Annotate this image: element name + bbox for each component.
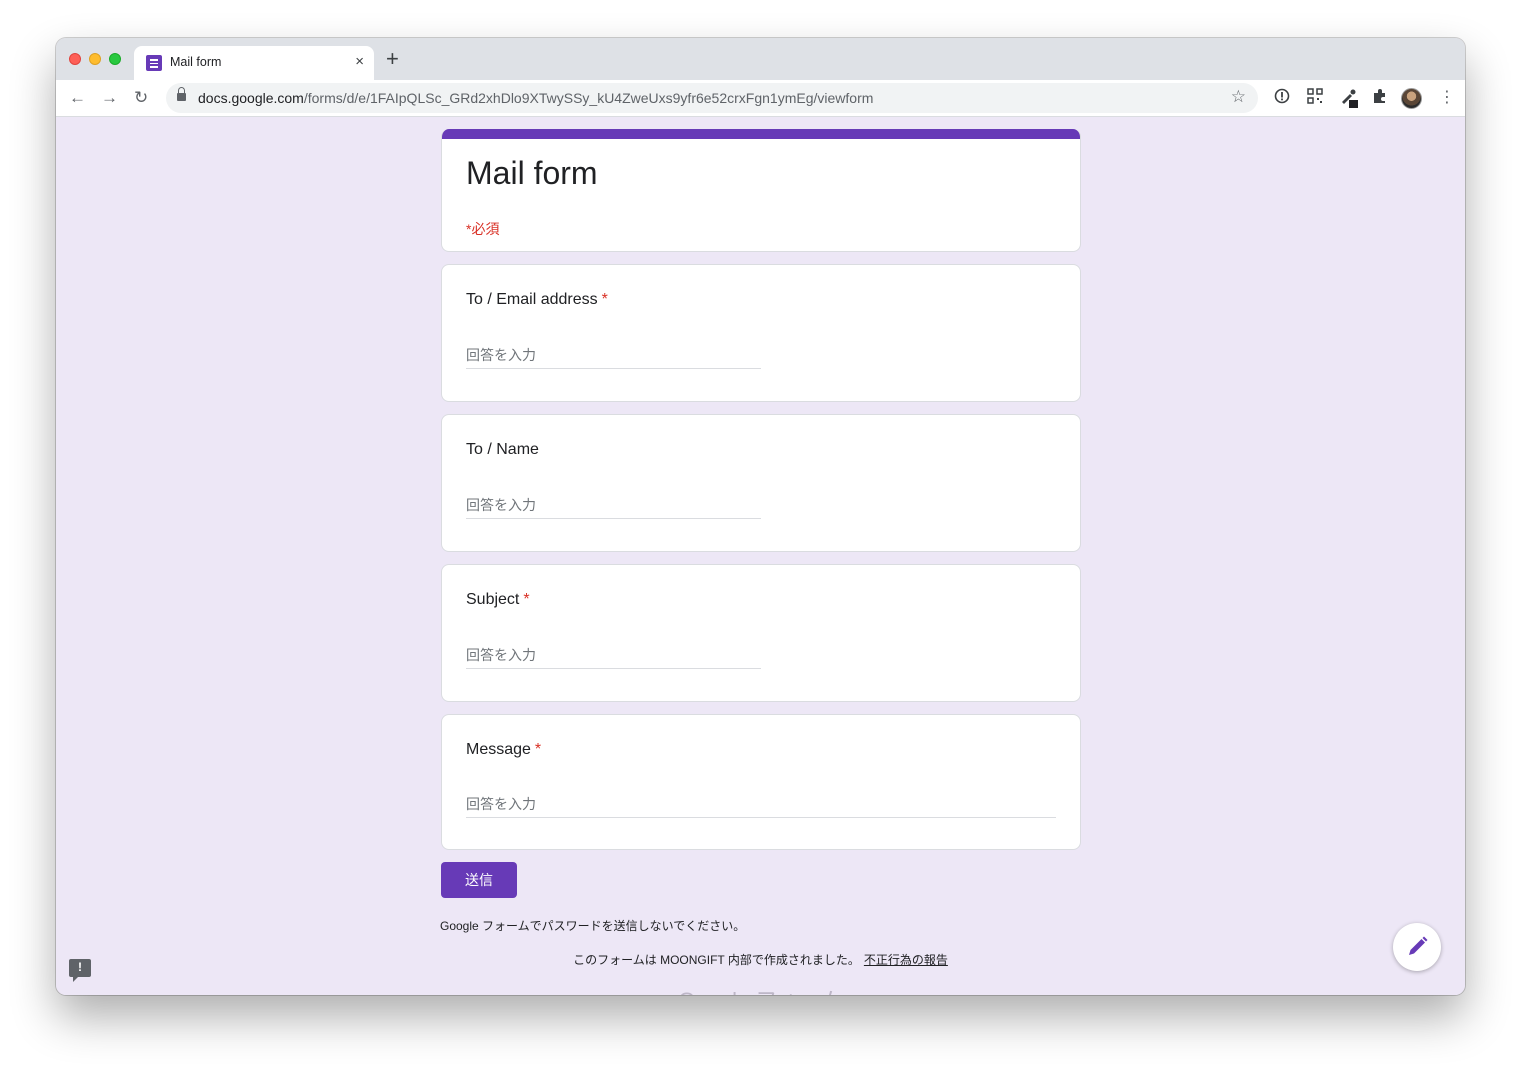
password-warning: Google フォームでパスワードを送信しないでください。	[440, 919, 746, 933]
required-note: *必須	[466, 221, 500, 237]
new-tab-button[interactable]: +	[386, 48, 399, 70]
form-page: Mail form *必須 To / Email address* To / N…	[56, 117, 1465, 995]
browser-menu-icon[interactable]: ⋮	[1439, 88, 1455, 108]
forward-icon[interactable]: →	[101, 88, 118, 108]
form-footer: このフォームは MOONGIFT 内部で作成されました。 不正行為の報告	[56, 951, 1465, 968]
subject-field[interactable]	[466, 645, 761, 669]
question-card-email: To / Email address *	[441, 264, 1081, 402]
report-abuse-link[interactable]: 不正行為の報告	[864, 953, 948, 967]
pencil-icon	[1409, 936, 1428, 955]
minimize-window-button[interactable]	[89, 53, 101, 65]
browser-toolbar: ← → ↻ docs.google.com/forms/d/e/1FAIpQLS…	[56, 80, 1465, 117]
tab-title: Mail form	[170, 55, 222, 69]
tab-close-icon[interactable]: ×	[355, 53, 364, 71]
back-icon[interactable]: ←	[69, 88, 86, 108]
question-title: Subject *	[466, 591, 530, 608]
reload-icon[interactable]: ↻	[134, 88, 148, 108]
question-card-message: Message *	[441, 714, 1081, 850]
lock-icon	[177, 87, 186, 101]
question-title: Message *	[466, 741, 542, 758]
close-window-button[interactable]	[69, 53, 81, 65]
feedback-icon[interactable]: !	[69, 959, 91, 982]
footer-text: このフォームは MOONGIFT 内部で作成されました。	[573, 953, 860, 967]
address-bar[interactable]: docs.google.com/forms/d/e/1FAIpQLSc_GRd2…	[166, 83, 1258, 113]
zoom-window-button[interactable]	[109, 53, 121, 65]
puzzle-icon[interactable]	[1372, 88, 1388, 108]
browser-window: Mail form × + ← → ↻ docs.google.com/form…	[56, 38, 1465, 995]
form-header-card: Mail form *必須	[441, 129, 1081, 252]
question-title: To / Name	[466, 441, 539, 458]
edit-form-button[interactable]	[1393, 923, 1441, 971]
qr-icon[interactable]	[1307, 88, 1323, 108]
required-star: *	[523, 591, 530, 608]
google-forms-logo: Google フォーム	[56, 983, 1465, 995]
form-accent-bar	[442, 129, 1080, 139]
question-card-name: To / Name	[441, 414, 1081, 552]
message-field[interactable]	[466, 794, 1056, 818]
form-title: Mail form	[466, 155, 598, 191]
url-text: docs.google.com/forms/d/e/1FAIpQLSc_GRd2…	[198, 90, 874, 106]
submit-button[interactable]: 送信	[441, 862, 517, 898]
email-field[interactable]	[466, 345, 761, 369]
info-icon[interactable]	[1274, 88, 1290, 108]
name-field[interactable]	[466, 495, 761, 519]
question-card-subject: Subject *	[441, 564, 1081, 702]
profile-avatar[interactable]	[1401, 88, 1422, 109]
tab-strip: Mail form × +	[56, 38, 1465, 80]
eyedropper-icon[interactable]	[1340, 88, 1358, 108]
required-star: *	[601, 291, 608, 308]
bookmark-star-icon[interactable]: ☆	[1231, 87, 1246, 107]
tab-mail-form[interactable]: Mail form ×	[134, 46, 374, 80]
required-star: *	[534, 741, 542, 758]
question-title: To / Email address *	[466, 291, 608, 308]
forms-favicon-icon	[146, 55, 162, 71]
